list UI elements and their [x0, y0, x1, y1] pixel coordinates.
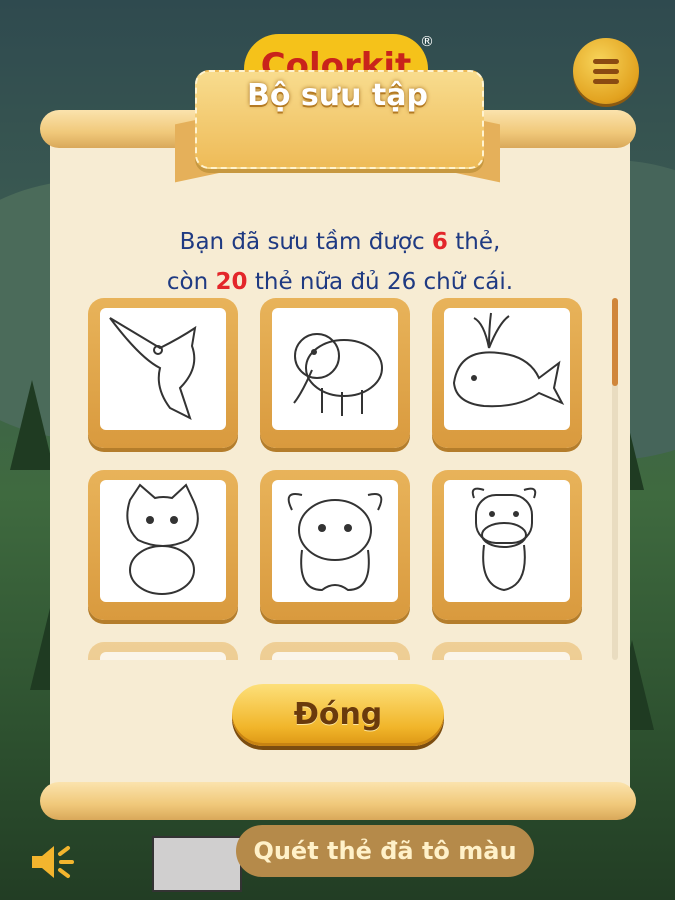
cow-drawing: [471, 487, 537, 592]
menu-button[interactable]: [573, 38, 639, 104]
card-whale[interactable]: [432, 298, 582, 448]
card-hidden-1[interactable]: [88, 642, 238, 660]
speaker-icon[interactable]: [28, 842, 76, 882]
card-cow[interactable]: [432, 470, 582, 620]
card-elephant[interactable]: [260, 298, 410, 448]
crayon-box-image: [152, 836, 242, 892]
card-grid: [88, 298, 588, 660]
registered-mark: ®: [420, 34, 434, 50]
whale-drawing: [452, 312, 565, 408]
close-button[interactable]: Đóng: [232, 684, 444, 746]
card-cat[interactable]: [88, 470, 238, 620]
remaining-count: 20: [215, 269, 248, 295]
yak-drawing: [287, 493, 383, 592]
elephant-drawing: [293, 333, 383, 416]
card-yak[interactable]: [260, 470, 410, 620]
dialog-title: Bộ sưu tập: [247, 78, 428, 113]
card-swordfish[interactable]: [88, 298, 238, 448]
scroll-roll-bottom: [40, 782, 636, 820]
collection-info: Bạn đã sưu tầm được 6 thẻ, còn 20 thẻ nữ…: [166, 229, 514, 295]
card-scrollbar-thumb[interactable]: [612, 298, 618, 386]
swordfish-drawing: [109, 317, 197, 420]
card-hidden-3[interactable]: [432, 642, 582, 660]
scan-colored-card-button[interactable]: Quét thẻ đã tô màu: [236, 825, 534, 877]
collected-count: 6: [431, 229, 448, 255]
cat-drawing: [126, 483, 199, 595]
card-hidden-2[interactable]: [260, 642, 410, 660]
